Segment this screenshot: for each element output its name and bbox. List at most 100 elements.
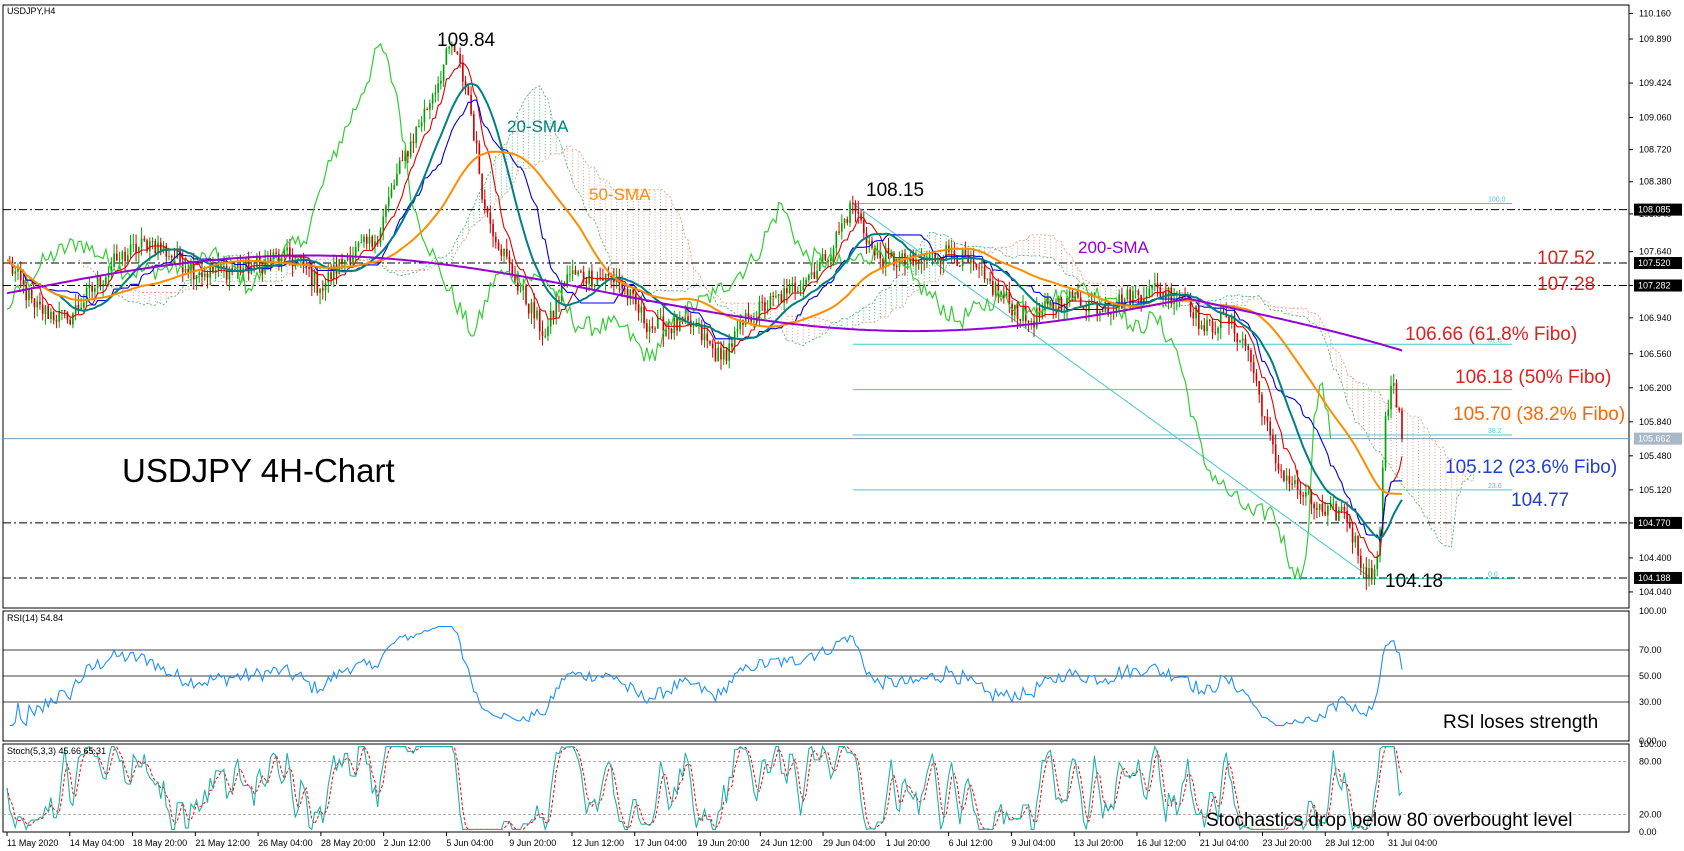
label-fibo-38: 105.70 (38.2% Fibo) bbox=[1453, 404, 1625, 425]
candle-body bbox=[1228, 316, 1230, 325]
candle-body bbox=[1200, 325, 1203, 329]
candle-body bbox=[154, 241, 157, 254]
label-104-77: 104.77 bbox=[1511, 490, 1569, 511]
price-tick-label: 105.120 bbox=[1639, 485, 1672, 495]
candle-body bbox=[393, 185, 396, 190]
candle-body bbox=[862, 220, 865, 234]
candle-body bbox=[1324, 511, 1326, 516]
candle-body bbox=[118, 259, 121, 261]
candle-body bbox=[728, 343, 731, 361]
candle-body bbox=[577, 271, 580, 275]
label-fibo-23: 105.12 (23.6% Fibo) bbox=[1445, 457, 1617, 478]
price-tick-label: 106.560 bbox=[1639, 349, 1672, 359]
candle-body bbox=[989, 278, 991, 281]
candle-body bbox=[127, 255, 129, 262]
candle-body bbox=[906, 264, 909, 266]
candle-body bbox=[206, 273, 209, 278]
candle-body bbox=[94, 288, 96, 292]
candle-body bbox=[1362, 567, 1365, 569]
candle-body bbox=[1340, 506, 1343, 511]
candle-body bbox=[489, 212, 492, 224]
candle-body bbox=[478, 143, 481, 174]
candle-body bbox=[1346, 510, 1348, 524]
stoch-tick-label: 20.00 bbox=[1639, 809, 1662, 819]
candle-body bbox=[497, 242, 500, 250]
time-tick-label: 9 Jul 04:00 bbox=[1011, 838, 1055, 848]
candle-body bbox=[412, 141, 415, 143]
candle-body bbox=[96, 276, 99, 289]
candle-body bbox=[116, 253, 118, 261]
candle-body bbox=[840, 223, 843, 232]
candle-body bbox=[437, 83, 439, 93]
candle-body bbox=[1027, 320, 1030, 322]
candle-body bbox=[30, 290, 33, 299]
time-tick-label: 28 Jul 12:00 bbox=[1325, 838, 1374, 848]
candle-body bbox=[541, 331, 544, 336]
annotation-low: 104.18 bbox=[1385, 571, 1443, 592]
candle-body bbox=[687, 316, 689, 321]
fibo-level-label: 23.6 bbox=[1488, 483, 1502, 490]
candle-body bbox=[824, 254, 827, 261]
price-tick-label: 107.640 bbox=[1639, 247, 1672, 257]
candle-body bbox=[983, 266, 986, 280]
price-tick-label: 105.840 bbox=[1639, 417, 1672, 427]
candle-body bbox=[986, 278, 989, 280]
time-tick-label: 6 Jul 12:00 bbox=[949, 838, 993, 848]
candle-body bbox=[1272, 435, 1274, 445]
time-tick-label: 12 Jun 12:00 bbox=[572, 838, 624, 848]
candle-body bbox=[52, 311, 55, 321]
fibo-level-label: 38.2 bbox=[1488, 428, 1502, 435]
candle-body bbox=[511, 263, 514, 275]
candle-body bbox=[14, 271, 17, 274]
candle-body bbox=[1313, 503, 1315, 509]
candle-body bbox=[442, 64, 445, 81]
candle-body bbox=[720, 347, 722, 360]
candle-body bbox=[604, 273, 607, 281]
candle-body bbox=[1283, 470, 1285, 481]
candle-body bbox=[659, 316, 662, 318]
candle-body bbox=[1376, 556, 1379, 570]
candle-body bbox=[959, 265, 961, 267]
candle-body bbox=[1247, 346, 1250, 350]
candle-body bbox=[843, 219, 846, 224]
candle-body bbox=[797, 291, 799, 293]
candle-body bbox=[1327, 506, 1329, 516]
candle-body bbox=[1318, 503, 1321, 510]
candle-body bbox=[1154, 283, 1156, 286]
candle-body bbox=[950, 250, 953, 252]
candle-body bbox=[456, 51, 459, 54]
time-tick-label: 9 Jun 20:00 bbox=[509, 838, 556, 848]
candle-body bbox=[640, 306, 643, 313]
candle-body bbox=[365, 236, 368, 244]
candle-body bbox=[201, 272, 203, 277]
candle-body bbox=[1250, 349, 1252, 363]
candle-body bbox=[343, 260, 346, 264]
candle-body bbox=[25, 284, 28, 301]
candle-body bbox=[132, 244, 135, 246]
candle-body bbox=[1206, 320, 1208, 332]
candle-body bbox=[234, 268, 236, 271]
candle-body bbox=[283, 250, 286, 256]
price-tick-label: 110.160 bbox=[1639, 9, 1671, 19]
candle-body bbox=[168, 255, 170, 257]
candle-body bbox=[1022, 306, 1024, 321]
candle-body bbox=[1296, 480, 1299, 491]
time-tick-label: 21 Jul 04:00 bbox=[1200, 838, 1249, 848]
candle-body bbox=[184, 268, 187, 273]
candle-body bbox=[769, 295, 772, 309]
candle-body bbox=[1357, 535, 1359, 556]
candle-body bbox=[407, 151, 409, 157]
candle-body bbox=[1288, 475, 1291, 484]
candle-body bbox=[1060, 298, 1063, 311]
candle-body bbox=[706, 333, 709, 341]
candle-body bbox=[722, 350, 725, 360]
candle-body bbox=[538, 310, 541, 332]
candle-body bbox=[761, 301, 763, 303]
candle-body bbox=[703, 333, 706, 341]
candle-body bbox=[1349, 523, 1351, 528]
candle-body bbox=[711, 343, 714, 349]
candle-body bbox=[434, 92, 437, 95]
candle-body bbox=[382, 216, 385, 231]
time-tick-label: 21 May 12:00 bbox=[195, 838, 250, 848]
label-fibo-50: 106.18 (50% Fibo) bbox=[1455, 367, 1611, 388]
